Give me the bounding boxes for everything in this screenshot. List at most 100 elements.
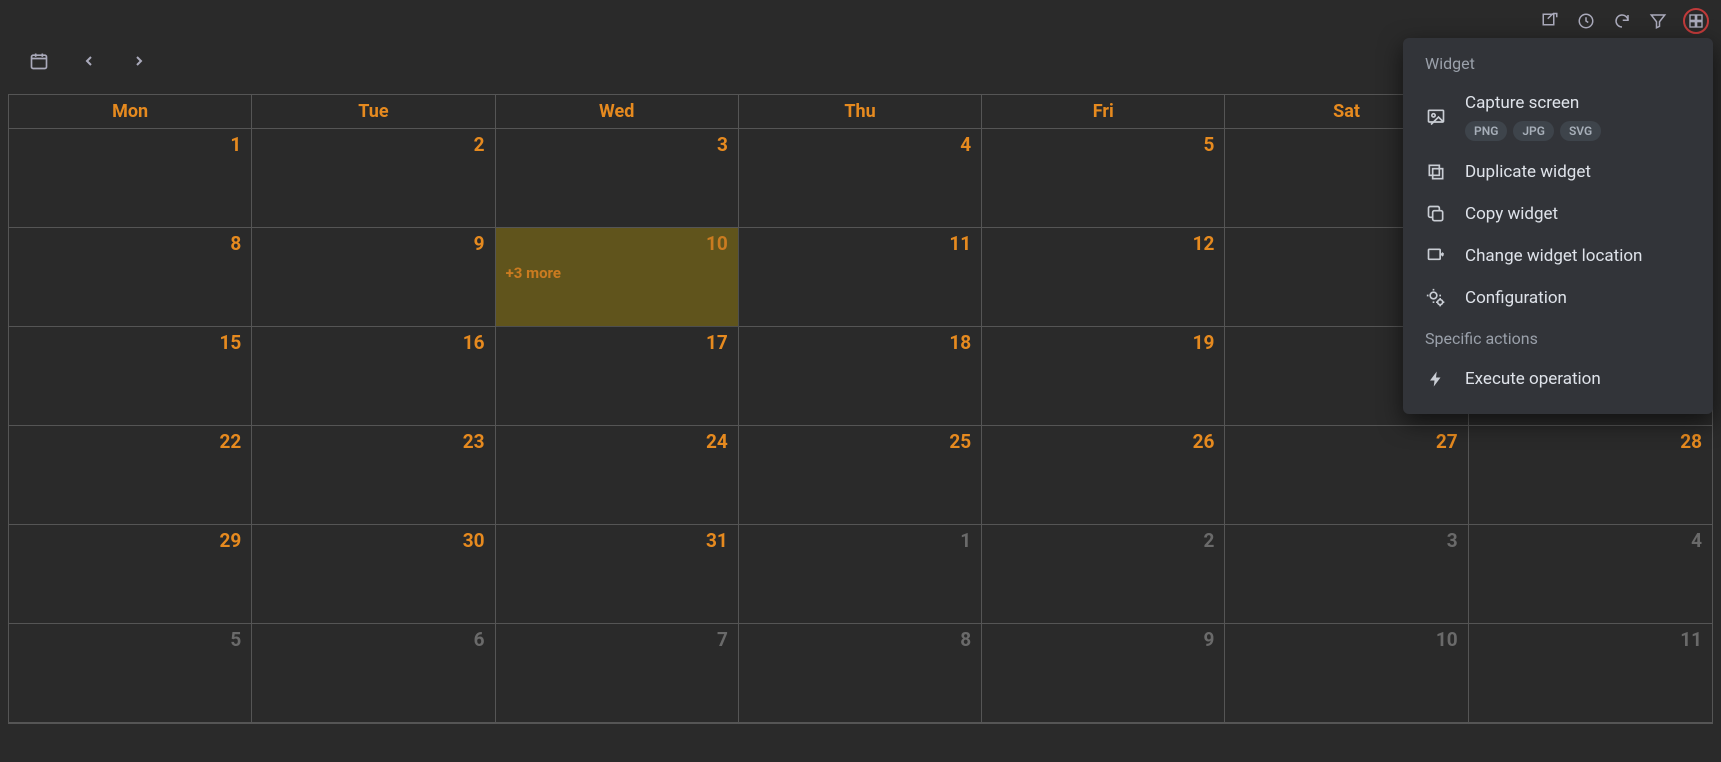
menu-label: Execute operation — [1465, 369, 1601, 389]
calendar-cell[interactable]: 1 — [9, 129, 252, 228]
menu-label: Copy widget — [1465, 204, 1558, 224]
history-icon[interactable] — [1575, 10, 1597, 32]
calendar-nav — [28, 50, 150, 72]
filter-icon[interactable] — [1647, 10, 1669, 32]
calendar-cell[interactable]: 8 — [739, 624, 982, 723]
day-number: 17 — [706, 331, 728, 354]
day-number: 8 — [960, 628, 971, 651]
menu-duplicate-widget[interactable]: Duplicate widget — [1403, 151, 1713, 193]
day-number: 4 — [960, 133, 971, 156]
menu-label: Configuration — [1465, 288, 1567, 308]
day-number: 2 — [1204, 529, 1215, 552]
menu-change-location[interactable]: Change widget location — [1403, 235, 1713, 277]
chip-png[interactable]: PNG — [1465, 121, 1507, 141]
day-number: 16 — [463, 331, 485, 354]
calendar-cell[interactable]: 16 — [252, 327, 495, 426]
calendar-cell[interactable]: 10 +3 more — [496, 228, 739, 327]
day-number: 29 — [219, 529, 241, 552]
dayname-thu: Thu — [739, 95, 982, 128]
calendar-cell[interactable]: 12 — [982, 228, 1225, 327]
prev-icon[interactable] — [78, 50, 100, 72]
calendar-cell[interactable]: 3 — [1225, 525, 1468, 624]
day-number: 24 — [706, 430, 728, 453]
day-number: 25 — [949, 430, 971, 453]
day-number: 10 — [706, 232, 728, 255]
day-number: 11 — [1680, 628, 1702, 651]
day-number: 23 — [463, 430, 485, 453]
calendar-cell[interactable]: 4 — [739, 129, 982, 228]
menu-label: Capture screen — [1465, 93, 1601, 113]
calendar-cell[interactable]: 2 — [252, 129, 495, 228]
day-number: 22 — [219, 430, 241, 453]
dayname-tue: Tue — [252, 95, 495, 128]
menu-configuration[interactable]: Configuration — [1403, 277, 1713, 319]
calendar-cell[interactable]: 9 — [982, 624, 1225, 723]
day-number: 9 — [1204, 628, 1215, 651]
calendar-cell[interactable]: 3 — [496, 129, 739, 228]
export-icon[interactable] — [1539, 10, 1561, 32]
calendar-cell[interactable]: 24 — [496, 426, 739, 525]
more-events[interactable]: +3 more — [506, 264, 728, 282]
widget-menu-icon[interactable] — [1683, 8, 1709, 34]
calendar-cell[interactable]: 5 — [982, 129, 1225, 228]
widget-context-menu: Widget Capture screen PNG JPG SVG Duplic… — [1403, 38, 1713, 414]
day-number: 27 — [1436, 430, 1458, 453]
calendar-cell[interactable]: 25 — [739, 426, 982, 525]
calendar-cell[interactable]: 11 — [739, 228, 982, 327]
calendar-cell[interactable]: 5 — [9, 624, 252, 723]
calendar-cell[interactable]: 17 — [496, 327, 739, 426]
calendar-cell[interactable]: 2 — [982, 525, 1225, 624]
menu-section-widget: Widget — [1403, 54, 1713, 83]
calendar-cell[interactable]: 11 — [1469, 624, 1712, 723]
day-number: 19 — [1193, 331, 1215, 354]
day-number: 2 — [474, 133, 485, 156]
calendar-cell[interactable]: 19 — [982, 327, 1225, 426]
chip-svg[interactable]: SVG — [1560, 121, 1601, 141]
next-icon[interactable] — [128, 50, 150, 72]
calendar-icon[interactable] — [28, 50, 50, 72]
day-number: 11 — [949, 232, 971, 255]
move-icon — [1425, 245, 1447, 267]
chip-jpg[interactable]: JPG — [1513, 121, 1554, 141]
calendar-cell[interactable]: 31 — [496, 525, 739, 624]
calendar-cell[interactable]: 18 — [739, 327, 982, 426]
calendar-cell[interactable]: 23 — [252, 426, 495, 525]
calendar-cell[interactable]: 28 — [1469, 426, 1712, 525]
calendar-cell[interactable]: 10 — [1225, 624, 1468, 723]
calendar-cell[interactable]: 30 — [252, 525, 495, 624]
day-number: 8 — [230, 232, 241, 255]
gear-icon — [1425, 287, 1447, 309]
calendar-cell[interactable]: 29 — [9, 525, 252, 624]
calendar-cell[interactable]: 1 — [739, 525, 982, 624]
calendar-cell[interactable]: 7 — [496, 624, 739, 723]
day-number: 3 — [717, 133, 728, 156]
calendar-cell[interactable]: 26 — [982, 426, 1225, 525]
calendar-cell[interactable]: 8 — [9, 228, 252, 327]
capture-format-chips: PNG JPG SVG — [1465, 121, 1601, 141]
menu-label: Change widget location — [1465, 246, 1642, 266]
refresh-icon[interactable] — [1611, 10, 1633, 32]
calendar-cell[interactable]: 9 — [252, 228, 495, 327]
calendar-cell[interactable]: 6 — [252, 624, 495, 723]
calendar-cell[interactable]: 27 — [1225, 426, 1468, 525]
menu-copy-widget[interactable]: Copy widget — [1403, 193, 1713, 235]
calendar-cell[interactable]: 22 — [9, 426, 252, 525]
copy-icon — [1425, 203, 1447, 225]
image-icon — [1425, 106, 1447, 128]
day-number: 1 — [960, 529, 971, 552]
day-number: 12 — [1193, 232, 1215, 255]
calendar-cell[interactable]: 4 — [1469, 525, 1712, 624]
day-number: 30 — [463, 529, 485, 552]
day-number: 1 — [230, 133, 241, 156]
menu-label: Duplicate widget — [1465, 162, 1591, 182]
day-number: 3 — [1447, 529, 1458, 552]
calendar-cell[interactable]: 15 — [9, 327, 252, 426]
menu-execute-operation[interactable]: Execute operation — [1403, 358, 1713, 400]
dayname-fri: Fri — [982, 95, 1225, 128]
dayname-wed: Wed — [496, 95, 739, 128]
day-number: 28 — [1680, 430, 1702, 453]
menu-capture-screen[interactable]: Capture screen PNG JPG SVG — [1403, 83, 1713, 151]
day-number: 6 — [474, 628, 485, 651]
day-number: 10 — [1436, 628, 1458, 651]
day-number: 18 — [949, 331, 971, 354]
